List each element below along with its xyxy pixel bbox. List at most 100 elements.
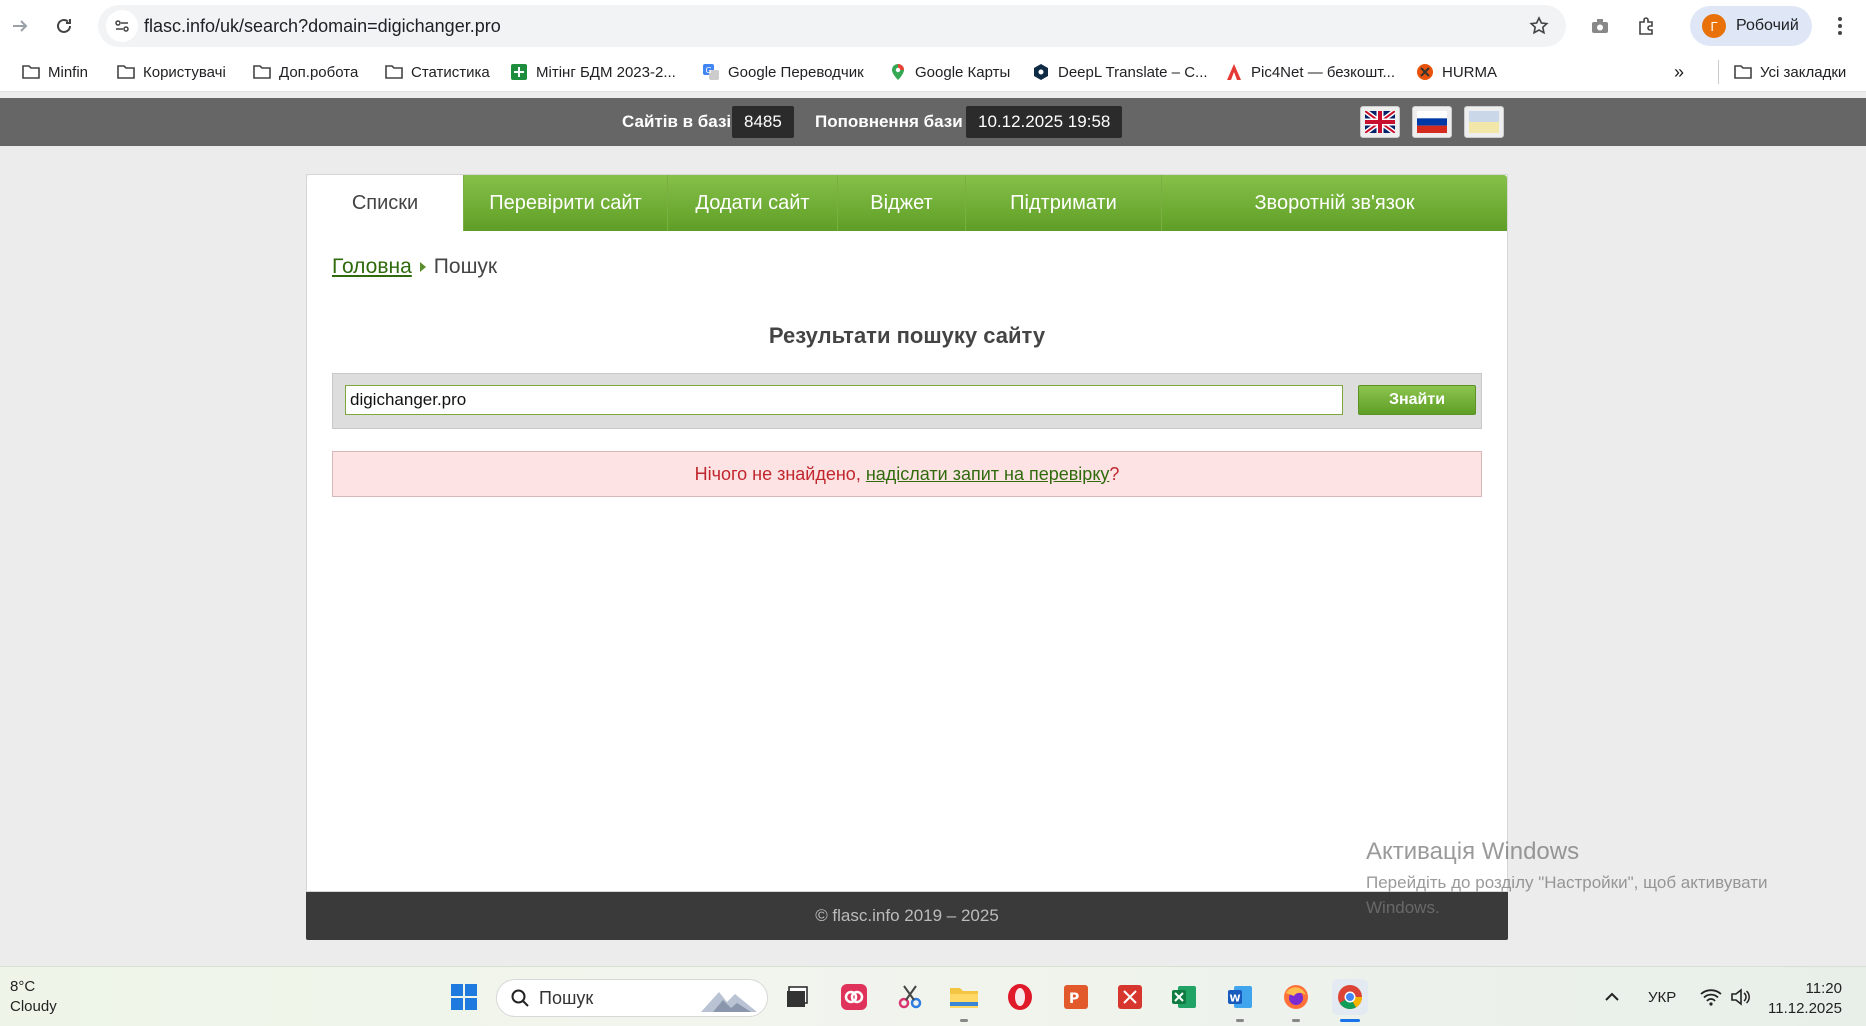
domain-search-input[interactable] (345, 385, 1343, 415)
taskbar-clock[interactable]: 11:20 11.12.2025 (1768, 979, 1842, 1019)
weather-condition: Cloudy (10, 998, 57, 1015)
avatar: Г (1702, 14, 1726, 38)
tab-lists[interactable]: Списки (307, 175, 463, 231)
browser-toolbar: flasc.info/uk/search?domain=digichanger.… (0, 0, 1866, 52)
bookmark-minfin[interactable]: Minfin (22, 60, 88, 84)
folder-icon (117, 63, 135, 81)
hurma-icon (1416, 63, 1434, 81)
profile-button[interactable]: Г Робочий (1690, 6, 1812, 46)
breadcrumb-arrow-icon (419, 262, 426, 272)
main-nav: Списки Перевірити сайт Додати сайт Відже… (307, 175, 1507, 231)
search-icon (511, 989, 529, 1007)
tab-add-site[interactable]: Додати сайт (667, 175, 837, 231)
wps-presentation-icon[interactable]: P (1058, 979, 1094, 1015)
search-form: Знайти (332, 373, 1482, 429)
bookmark-label: Доп.робота (279, 63, 359, 81)
folder-icon (22, 63, 40, 81)
camera-icon[interactable] (1582, 8, 1618, 44)
lang-uk-flag-icon[interactable] (1464, 106, 1504, 138)
firefox-icon[interactable] (1278, 979, 1314, 1022)
running-indicator (1292, 1019, 1300, 1022)
running-indicator (1236, 1019, 1244, 1022)
search-highlight-icon (701, 992, 757, 1012)
wps-pdf-icon[interactable] (1112, 979, 1148, 1015)
site-info-icon[interactable] (106, 10, 138, 42)
clock-date: 11.12.2025 (1768, 1000, 1842, 1017)
folder-icon (253, 63, 271, 81)
taskbar-search-placeholder: Пошук (539, 987, 594, 1008)
db-update-label: Поповнення бази (815, 112, 963, 131)
bookmark-statistics[interactable]: Статистика (385, 60, 490, 84)
tab-feedback[interactable]: Зворотній зв'язок (1161, 175, 1507, 231)
forward-button[interactable] (2, 8, 38, 44)
bookmark-google-translate[interactable]: G Google Переводчик (702, 60, 864, 84)
bookmark-label: Google Переводчик (728, 63, 864, 81)
tab-widget[interactable]: Віджет (837, 175, 965, 231)
excel-icon[interactable] (1166, 979, 1202, 1015)
tab-check-site[interactable]: Перевірити сайт (463, 175, 667, 231)
bookmark-star-icon[interactable] (1522, 9, 1556, 43)
bookmark-deepl[interactable]: DeepL Translate – C... (1032, 60, 1208, 84)
input-language[interactable]: УКР (1648, 967, 1676, 1026)
main-content-card: Списки Перевірити сайт Додати сайт Відже… (306, 174, 1508, 892)
bookmark-meeting-sheet[interactable]: Мітінг БДМ 2023-2... (510, 60, 676, 84)
breadcrumb: Головна Пошук (332, 255, 497, 279)
folder-icon (385, 63, 403, 81)
bookmark-label: HURMA (1442, 63, 1497, 81)
bookmark-google-maps[interactable]: Google Карты (889, 60, 1010, 84)
lang-en-flag-icon[interactable] (1360, 106, 1400, 138)
alert-text: Нічого не знайдено, (694, 464, 866, 484)
alert-suffix: ? (1109, 464, 1120, 484)
breadcrumb-home-link[interactable]: Головна (332, 255, 412, 279)
svg-text:G: G (706, 66, 712, 75)
creative-cloud-icon[interactable] (836, 979, 872, 1015)
bookmarks-overflow-button[interactable]: » (1674, 60, 1684, 84)
lang-ru-flag-icon[interactable] (1412, 106, 1452, 138)
reload-icon (57, 18, 71, 33)
bookmarks-divider (1718, 60, 1719, 84)
deepl-icon (1032, 63, 1050, 81)
sites-count-value: 8485 (732, 106, 794, 138)
find-button[interactable]: Знайти (1358, 385, 1476, 415)
running-indicator (960, 1019, 968, 1022)
reload-button[interactable] (46, 8, 82, 44)
bookmark-hurma[interactable]: HURMA (1416, 60, 1497, 84)
send-check-request-link[interactable]: надіслати запит на перевірку (866, 464, 1110, 484)
taskbar-search[interactable]: Пошук (496, 979, 768, 1017)
tray-overflow-icon[interactable] (1604, 967, 1620, 1026)
start-button[interactable] (446, 979, 482, 1015)
address-bar[interactable]: flasc.info/uk/search?domain=digichanger.… (98, 5, 1566, 47)
folder-icon (1734, 63, 1752, 81)
page-title: Результати пошуку сайту (768, 323, 1046, 348)
maps-pin-icon (889, 63, 907, 81)
chrome-icon[interactable] (1332, 979, 1368, 1022)
translate-icon: G (702, 63, 720, 81)
weather-widget[interactable]: 8°C Cloudy (10, 977, 57, 1017)
url-text[interactable]: flasc.info/uk/search?domain=digichanger.… (144, 5, 501, 47)
pic4net-icon (1225, 63, 1243, 81)
wifi-icon[interactable] (1700, 967, 1722, 1026)
bookmark-users[interactable]: Користувачі (117, 60, 226, 84)
sites-count-label: Сайтів в базі (622, 112, 732, 131)
task-view-icon[interactable] (780, 979, 816, 1015)
forward-arrow-icon (13, 20, 28, 32)
extensions-icon[interactable] (1628, 8, 1664, 44)
volume-icon[interactable] (1730, 967, 1750, 1026)
no-results-alert: Нічого не знайдено, надіслати запит на п… (332, 451, 1482, 497)
bookmark-label: Статистика (411, 63, 490, 81)
bookmark-pic4net[interactable]: Pic4Net — безкошт... (1225, 60, 1395, 84)
tab-support[interactable]: Підтримати (965, 175, 1161, 231)
clock-time: 11:20 (1805, 980, 1842, 997)
breadcrumb-current: Пошук (433, 255, 498, 278)
site-footer: © flasc.info 2019 – 2025 (306, 892, 1508, 940)
bookmark-label: Мітінг БДМ 2023-2... (536, 63, 676, 81)
word-icon[interactable]: W (1222, 979, 1258, 1022)
menu-kebab-icon[interactable] (1822, 8, 1858, 44)
file-explorer-icon[interactable] (946, 979, 982, 1022)
bookmark-label: Pic4Net — безкошт... (1251, 63, 1395, 81)
bookmark-extra-work[interactable]: Доп.робота (253, 60, 358, 84)
bookmark-label: Користувачі (143, 63, 226, 81)
all-bookmarks-button[interactable]: Усі закладки (1734, 60, 1846, 84)
opera-icon[interactable] (1002, 979, 1038, 1015)
snipping-tool-icon[interactable] (892, 979, 928, 1015)
